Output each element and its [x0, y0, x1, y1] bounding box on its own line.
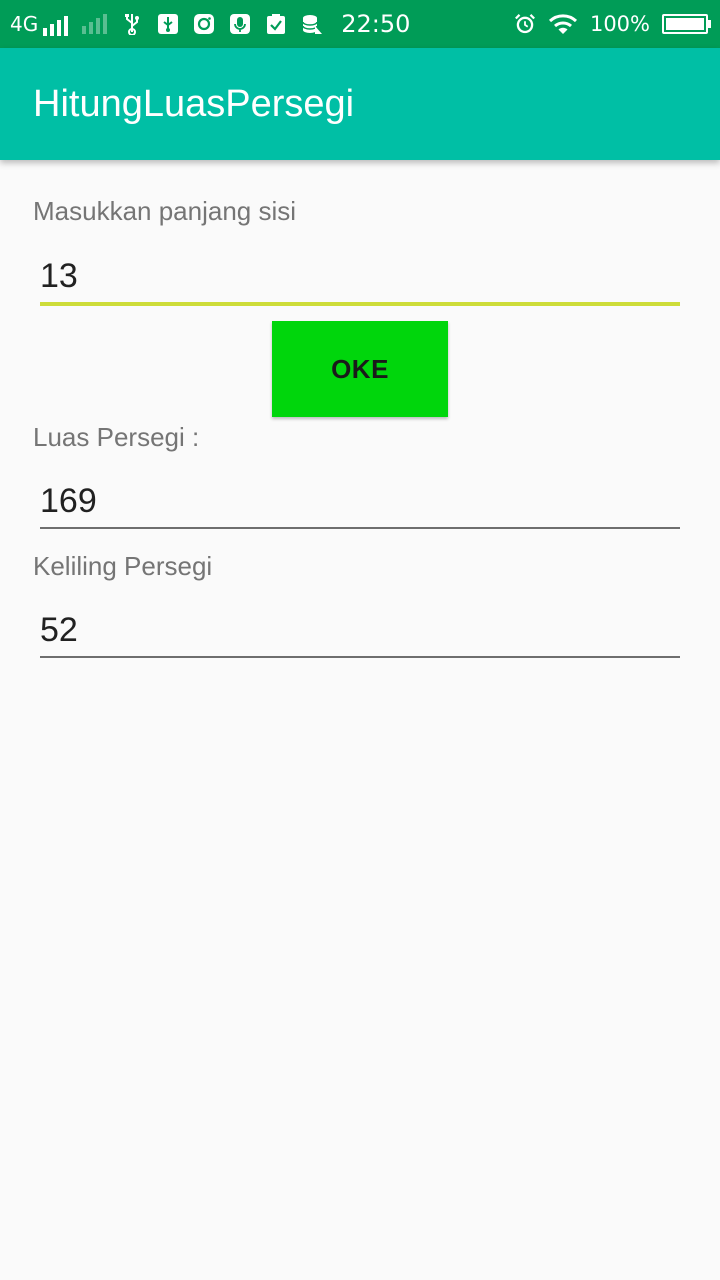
side-input-underline: [40, 302, 680, 306]
side-label: Masukkan panjang sisi: [33, 196, 297, 226]
signal-icon: [43, 16, 69, 36]
area-label: Luas Persegi :: [33, 422, 200, 452]
oke-button[interactable]: OKE: [272, 321, 448, 417]
perimeter-field[interactable]: 52: [40, 600, 680, 660]
perimeter-field-underline: [40, 656, 680, 658]
battery-percent: 100%: [589, 12, 650, 36]
usb-debug-icon: [157, 13, 179, 35]
wifi-icon: [548, 13, 578, 35]
status-bar: 4G 22:50 100%: [0, 0, 720, 48]
battery-icon: [662, 14, 711, 34]
microphone-icon: [229, 13, 251, 35]
perimeter-label: Keliling Persegi: [33, 551, 213, 581]
clipboard-check-icon: [265, 13, 287, 35]
clock: 22:50: [341, 10, 411, 38]
app-bar: HitungLuasPersegi: [0, 48, 720, 160]
usb-icon: [121, 13, 143, 35]
instagram-icon: [193, 13, 215, 35]
database-icon: [301, 13, 323, 35]
area-field-underline: [40, 527, 680, 529]
app-title: HitungLuasPersegi: [33, 82, 355, 125]
area-field[interactable]: 169: [40, 471, 680, 531]
signal-weak-icon: [82, 14, 108, 34]
alarm-icon: [514, 13, 536, 35]
side-input[interactable]: 13: [40, 246, 680, 306]
network-type: 4G: [10, 12, 39, 36]
